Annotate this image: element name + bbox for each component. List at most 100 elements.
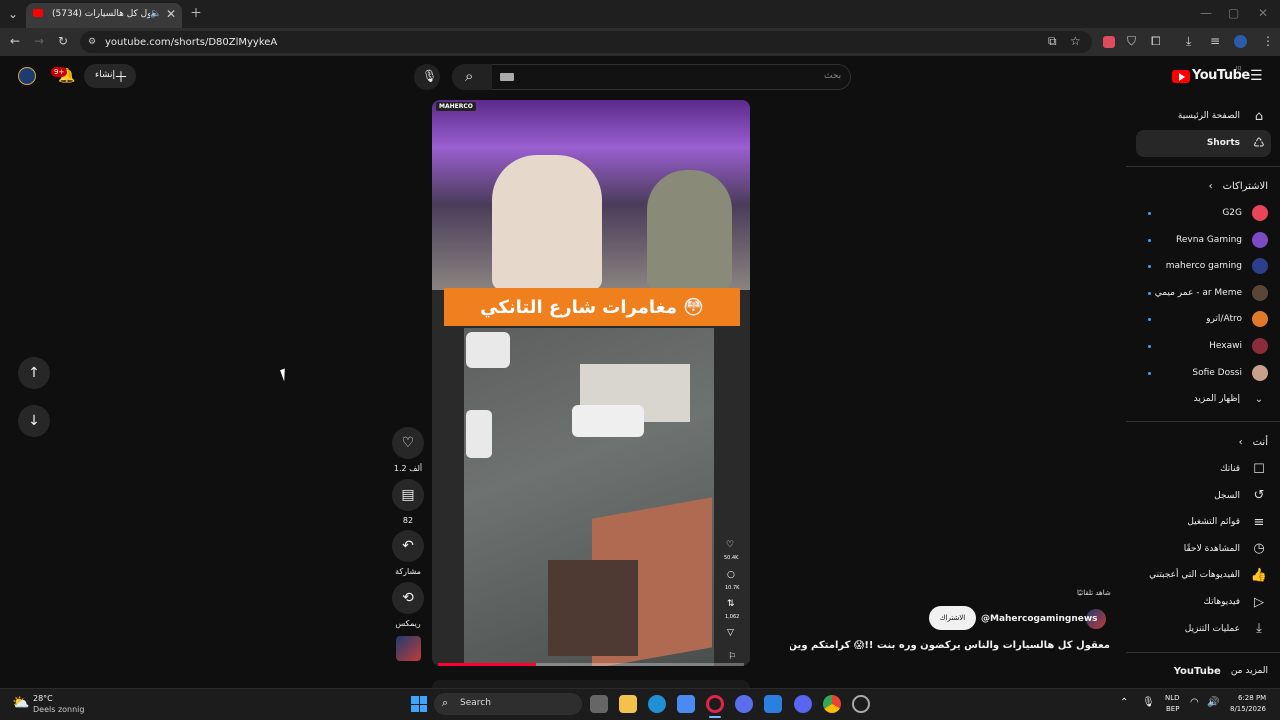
subscribe-button[interactable]: الاشتراك (929, 606, 976, 630)
tab-list-icon[interactable]: ⌄ (8, 8, 18, 20)
sidebar-divider (1126, 421, 1280, 422)
browser-menu-icon[interactable]: ⋮ (1262, 35, 1274, 47)
wifi-icon[interactable]: ◠ (1190, 697, 1199, 708)
sidebar-item-playlists[interactable]: قوائم التشغيل ≡ (1187, 511, 1268, 533)
like-action[interactable]: ♡ 1.2 ألف (392, 427, 424, 473)
new-tab-icon[interactable]: ＋ (190, 7, 202, 19)
grid-app-icon[interactable] (764, 695, 782, 713)
sidebar-item-shorts[interactable]: Shorts ♺ (1207, 132, 1268, 154)
sidebar-item-downloads[interactable]: عمليات التنزيل ⤓ (1185, 618, 1268, 640)
tray-chevron-icon[interactable]: ⌃ (1120, 697, 1128, 708)
windows-start-icon[interactable] (411, 696, 427, 712)
search-icon: ⌕ (465, 67, 474, 85)
site-info-icon[interactable]: ⚙ (88, 37, 96, 47)
channel-avatar-icon (1252, 205, 1268, 221)
notification-badge: 9+ (51, 67, 68, 77)
share-icon[interactable]: ↶ (392, 530, 424, 562)
close-tab-icon[interactable]: ✕ (166, 8, 176, 20)
comment-icon[interactable]: ▤ (392, 479, 424, 511)
subscription-name: G2G (1222, 208, 1242, 218)
subscription-name: Revna Gaming (1176, 234, 1242, 245)
sidebar-item-watch-later[interactable]: المشاهدة لاحقًا ◷ (1184, 538, 1268, 560)
show-more-button[interactable]: إظهار المزيد ⌄ (1194, 388, 1268, 410)
sidebar-item-history[interactable]: السجل ↺ (1214, 485, 1268, 507)
like-icon[interactable]: ♡ (392, 427, 424, 459)
previous-short-button[interactable]: ↑ (18, 357, 50, 389)
mouse-cursor-icon (280, 368, 289, 382)
sound-thumbnail[interactable] (396, 636, 421, 661)
forward-icon[interactable]: → (34, 35, 44, 47)
sidebar-subscription-item[interactable]: عمر ميمي - ar Meme (1155, 282, 1268, 304)
sidebar-item-channel[interactable]: قناتك ☐ (1220, 458, 1268, 480)
sidebar-item-label: المشاهدة لاحقًا (1183, 543, 1240, 554)
back-icon[interactable]: ← (10, 35, 20, 47)
channel-avatar-icon (1252, 311, 1268, 328)
channel-avatar-icon (1252, 364, 1268, 381)
bookmark-star-icon[interactable]: ☆ (1070, 35, 1081, 47)
discord-icon[interactable] (794, 695, 812, 713)
subscriptions-heading[interactable]: ‹ الاشتراكات (1209, 175, 1268, 197)
volume-icon[interactable]: 🔊 (1207, 697, 1219, 708)
shorts-icon: ♺ (1253, 135, 1265, 151)
taskbar-search-label: Search (460, 698, 491, 708)
sidebar-subscription-item[interactable]: اترو/Atro (1206, 308, 1268, 330)
clock-time[interactable]: 6:28 PM (1238, 694, 1266, 702)
next-video-peek (432, 680, 750, 688)
sidebar-item-your-videos[interactable]: فيديوهاتك ▷ (1204, 591, 1268, 613)
close-window-icon[interactable]: ✕ (1258, 7, 1268, 19)
edge-icon[interactable] (648, 695, 666, 713)
tab-audio-icon[interactable]: 🔈 (150, 9, 161, 19)
short-video-player[interactable]: MAHERCO مغامرات شارع التانكي 😳 ♡ 50.4K ○… (432, 100, 750, 666)
your-videos-icon: ▷ (1254, 594, 1264, 610)
minimize-icon[interactable]: — (1200, 7, 1212, 19)
opera-icon[interactable] (706, 695, 724, 713)
media-player-icon[interactable] (735, 695, 753, 713)
keyboard-icon[interactable] (500, 73, 514, 81)
task-view-icon[interactable] (590, 695, 608, 713)
tray-mic-icon[interactable]: 🎙 (1142, 697, 1155, 708)
clock-date[interactable]: 8/15/2026 (1230, 705, 1266, 713)
flushed-emoji-icon: 😳 (682, 295, 704, 319)
you-heading-label: أنت (1252, 436, 1268, 448)
sidebar-subscription-item[interactable]: G2G (1222, 202, 1268, 224)
account-avatar[interactable] (18, 67, 36, 85)
lang-secondary[interactable]: BEP (1166, 705, 1179, 713)
sidebar-subscription-item[interactable]: Hexawi (1209, 335, 1268, 357)
chrome-icon[interactable] (823, 695, 841, 713)
reload-icon[interactable]: ↻ (58, 35, 68, 47)
chevron-left-icon: ‹ (1238, 436, 1243, 448)
next-short-button[interactable]: ↓ (18, 405, 50, 437)
sidebar-subscription-item[interactable]: Sofie Dossi (1192, 362, 1268, 384)
new-content-dot (1148, 238, 1151, 242)
taskbar-search[interactable] (434, 693, 582, 715)
spotify-like-icon[interactable] (852, 695, 870, 713)
sidebar-subscription-item[interactable]: Revna Gaming (1176, 229, 1268, 251)
file-explorer-icon[interactable] (619, 695, 637, 713)
reading-list-icon[interactable]: ≡ (1210, 35, 1220, 47)
remix-icon[interactable]: ⟲ (392, 582, 424, 614)
channel-avatar-icon (1252, 231, 1268, 248)
extensions-icon[interactable]: ⧠ (1151, 35, 1161, 47)
maximize-icon[interactable]: ▢ (1228, 7, 1239, 19)
profile-icon[interactable] (1234, 35, 1247, 48)
sidebar-subscription-item[interactable]: maherco gaming (1166, 255, 1268, 277)
lang-primary[interactable]: NLD (1165, 694, 1180, 702)
extension-red-icon[interactable] (1103, 36, 1115, 48)
shield-icon[interactable]: ⛉ (1127, 35, 1136, 47)
comment-action[interactable]: ▤ 82 (392, 479, 424, 525)
channel-handle[interactable]: @Mahercogamingnews (981, 614, 1098, 624)
video-progress-bar[interactable] (438, 663, 744, 666)
url-text[interactable]: youtube.com/shorts/D80ZlMyykeA (105, 37, 277, 48)
sidebar-item-home[interactable]: الصفحة الرئيسية ⌂ (1178, 105, 1268, 127)
inner-like-icon: ♡ (726, 540, 735, 550)
sidebar-item-liked[interactable]: الفيديوهات التي أعجبتني 👍 (1149, 564, 1268, 586)
store-icon[interactable] (677, 695, 695, 713)
menu-icon[interactable]: ☰ (1250, 68, 1263, 84)
share-action[interactable]: ↶ مشاركة (392, 530, 424, 576)
weather-icon[interactable]: ⛅ (12, 695, 29, 711)
you-heading[interactable]: ‹ أنت (1239, 431, 1268, 453)
downloads-toolbar-icon[interactable]: ⤓ (1186, 35, 1191, 47)
remix-action[interactable]: ⟲ ريمكس (392, 582, 424, 628)
video-title[interactable]: معقول كل هالسيارات والناس يركضون وره بنت… (790, 640, 1110, 651)
install-app-icon[interactable]: ⧉ (1048, 35, 1057, 47)
